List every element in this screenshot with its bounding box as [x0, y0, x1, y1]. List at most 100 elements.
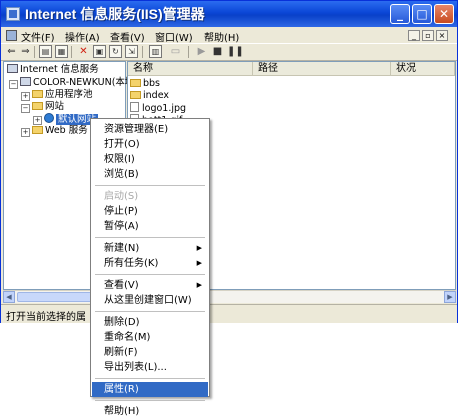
status-text: 打开当前选择的属: [6, 312, 86, 323]
context-menu-item[interactable]: 重命名(M): [92, 330, 208, 345]
iis-manager-window: Internet 信息服务(IIS)管理器 _ □ ✕ 文件(F) 操作(A) …: [0, 0, 458, 323]
menu-separator: [95, 237, 205, 238]
column-header-status[interactable]: 状况: [391, 62, 455, 76]
website-globe-icon: [44, 113, 54, 123]
computer-icon: [20, 77, 31, 86]
column-header-path[interactable]: 路径: [253, 62, 391, 76]
pause-icon[interactable]: ❚❚: [227, 45, 244, 58]
context-menu-item[interactable]: 启动(S): [92, 189, 208, 204]
tree-item-label: 网站: [45, 101, 65, 112]
title-bar[interactable]: Internet 信息服务(IIS)管理器 _ □ ✕: [1, 1, 457, 27]
collapse-websites-icon[interactable]: −: [21, 104, 30, 113]
submenu-arrow-icon: ▶: [196, 259, 202, 267]
context-menu-item[interactable]: 浏览(B): [92, 167, 208, 182]
tree-item-app-pools[interactable]: 应用程序池: [32, 89, 93, 101]
status-bar: 打开当前选择的属: [1, 304, 457, 323]
tree-item-label: Internet 信息服务: [20, 64, 99, 75]
menu-view[interactable]: 查看(V): [110, 29, 145, 44]
context-menu-item-label: 资源管理器(E): [104, 124, 169, 135]
list-item[interactable]: bbs: [130, 78, 160, 90]
context-menu-item-label: 刷新(F): [104, 347, 138, 358]
context-menu-item-label: 启动(S): [104, 191, 139, 202]
tree-item-web-service[interactable]: Web 服务: [32, 125, 88, 137]
up-folder-icon[interactable]: ▤: [39, 45, 52, 58]
context-menu-item-label: 所有任务(K): [104, 258, 159, 269]
menu-file[interactable]: 文件(F): [21, 29, 55, 44]
list-item-name: logo1.jpg: [142, 103, 187, 114]
context-menu-item-label: 停止(P): [104, 206, 138, 217]
context-menu-item[interactable]: 停止(P): [92, 204, 208, 219]
menu-separator: [95, 311, 205, 312]
context-menu-item[interactable]: 属性(R): [92, 382, 208, 397]
iis-root-icon: [7, 64, 18, 73]
collapse-server-icon[interactable]: −: [9, 80, 18, 89]
menu-separator: [95, 378, 205, 379]
stop-icon[interactable]: ■: [211, 45, 224, 58]
expand-web-service-icon[interactable]: +: [21, 128, 30, 137]
toolbar-separator: [71, 46, 72, 58]
mmc-system-menu-icon[interactable]: [6, 30, 17, 41]
context-menu-item-label: 导出列表(L)...: [104, 362, 167, 373]
properties-icon[interactable]: ▣: [93, 45, 106, 58]
context-menu-item[interactable]: 导出列表(L)...: [92, 360, 208, 375]
show-tree-icon[interactable]: ▦: [55, 45, 68, 58]
maximize-button[interactable]: □: [412, 4, 432, 24]
context-menu-item-label: 浏览(B): [104, 169, 139, 180]
horizontal-scrollbar[interactable]: ◀ ▶: [3, 290, 456, 303]
mdi-restore-button[interactable]: ▫: [422, 30, 434, 41]
submenu-arrow-icon: ▶: [196, 281, 202, 289]
tree-item-label: Web 服务: [45, 125, 88, 136]
context-menu-item[interactable]: 权限(I): [92, 152, 208, 167]
list-item[interactable]: logo1.jpg: [130, 102, 186, 114]
back-arrow-icon[interactable]: ⇐: [5, 45, 18, 58]
scroll-left-icon[interactable]: ◀: [3, 291, 15, 303]
context-menu-item[interactable]: 查看(V) ▶: [92, 278, 208, 293]
context-menu-item[interactable]: 新建(N) ▶: [92, 241, 208, 256]
tree-item-server[interactable]: COLOR-NEWKUN(本地: [20, 77, 134, 89]
delete-icon[interactable]: ✕: [77, 45, 90, 58]
tree-item-label: COLOR-NEWKUN(本地: [33, 77, 135, 88]
tree-item-websites[interactable]: 网站: [32, 101, 64, 113]
help-icon[interactable]: ▭: [169, 45, 182, 58]
menu-help[interactable]: 帮助(H): [204, 29, 239, 44]
submenu-arrow-icon: ▶: [196, 244, 202, 252]
context-menu-item[interactable]: 打开(O): [92, 137, 208, 152]
minimize-button[interactable]: _: [390, 4, 410, 24]
refresh-icon[interactable]: ↻: [109, 45, 122, 58]
context-menu-item[interactable]: 从这里创建窗口(W): [92, 293, 208, 308]
toolbar-separator: [142, 46, 143, 58]
folder-icon: [32, 102, 43, 110]
properties-sheet-icon[interactable]: ▥: [149, 45, 162, 58]
mdi-close-button[interactable]: ×: [436, 30, 448, 41]
column-header-name[interactable]: 名称: [128, 62, 253, 76]
expand-default-site-icon[interactable]: +: [33, 116, 42, 125]
context-menu-item[interactable]: 所有任务(K) ▶: [92, 256, 208, 271]
context-menu-item[interactable]: 资源管理器(E): [92, 122, 208, 137]
mdi-minimize-button[interactable]: _: [408, 30, 420, 41]
toolbar-separator: [188, 46, 189, 58]
context-menu: 资源管理器(E) 打开(O) 权限(I) 浏览(B) 启动(S) 停止(P) 暂停(A) 新建…: [90, 118, 210, 417]
tree-item-root[interactable]: Internet 信息服务: [7, 64, 99, 76]
context-menu-item[interactable]: 删除(D): [92, 315, 208, 330]
expand-app-pools-icon[interactable]: +: [21, 92, 30, 101]
context-menu-item-label: 帮助(H): [104, 406, 140, 417]
image-file-icon: [130, 102, 139, 112]
play-icon[interactable]: ▶: [195, 45, 208, 58]
context-menu-item[interactable]: 暂停(A): [92, 219, 208, 234]
list-item[interactable]: index: [130, 90, 169, 102]
forward-arrow-icon[interactable]: ⇒: [19, 45, 32, 58]
export-list-icon[interactable]: ⇲: [125, 45, 138, 58]
menu-separator: [95, 400, 205, 401]
close-button[interactable]: ✕: [434, 4, 454, 24]
tree-item-label: 应用程序池: [45, 89, 93, 100]
context-menu-item-label: 重命名(M): [104, 332, 151, 343]
menu-separator: [95, 185, 205, 186]
folder-icon: [130, 91, 141, 99]
scroll-right-icon[interactable]: ▶: [444, 291, 456, 303]
context-menu-item-label: 查看(V): [104, 280, 139, 291]
context-menu-item[interactable]: 刷新(F): [92, 345, 208, 360]
context-menu-item[interactable]: 帮助(H): [92, 404, 208, 419]
menu-action[interactable]: 操作(A): [65, 29, 100, 44]
menu-window[interactable]: 窗口(W): [155, 29, 193, 44]
context-menu-item-label: 从这里创建窗口(W): [104, 295, 192, 306]
